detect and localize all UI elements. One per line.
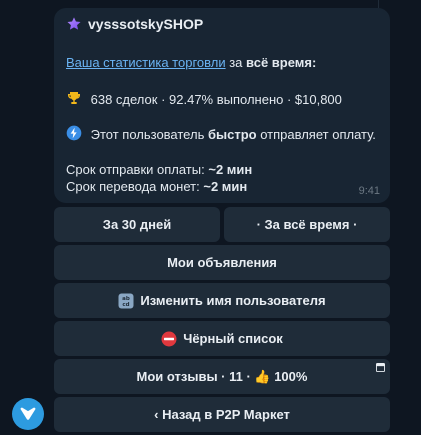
transfer-time-value: ~2 мин	[203, 179, 248, 194]
transfer-time-label: Срок перевода монет:	[66, 179, 200, 194]
sender-name[interactable]: vysssotskySHOP	[88, 16, 203, 32]
web-app-icon	[376, 363, 385, 372]
stats-period: всё время:	[246, 55, 317, 70]
period-30-days-label: За 30 дней	[102, 217, 172, 232]
abcd-icon: ab cd	[118, 293, 134, 309]
back-to-p2p-button[interactable]: ‹ Назад в P2P Маркет	[54, 397, 390, 432]
period-all-time-button[interactable]: · За всё время ·	[224, 207, 390, 242]
period-all-time-label: · За всё время ·	[256, 217, 358, 232]
transfer-time-line: Срок перевода монет: ~2 мин	[66, 179, 247, 194]
my-ads-button[interactable]: Мои объявления	[54, 245, 390, 280]
stats-header: Ваша статистика торговли за всё время:	[66, 55, 316, 70]
fast-bold: быстро	[207, 127, 257, 142]
period-30-days-button[interactable]: За 30 дней	[54, 207, 220, 242]
pay-time-label: Срок отправки оплаты:	[66, 162, 205, 177]
star-icon	[67, 17, 81, 30]
pay-time-line: Срок отправки оплаты: ~2 мин	[66, 162, 252, 177]
wallet-logo-icon	[20, 407, 36, 420]
fast-payer-line: Этот пользователь быстро отправляет опла…	[66, 125, 376, 142]
bot-avatar[interactable]	[12, 398, 44, 430]
change-username-label: Изменить имя пользователя	[140, 293, 326, 308]
deals-text: 638 сделок · 92.47% выполнено · $10,800	[90, 92, 342, 107]
my-ads-label: Мои объявления	[167, 255, 277, 270]
pay-time-value: ~2 мин	[208, 162, 253, 177]
stats-link[interactable]: Ваша статистика торговли	[66, 55, 226, 70]
back-to-p2p-label: ‹ Назад в P2P Маркет	[154, 407, 290, 422]
deals-line: 638 сделок · 92.47% выполнено · $10,800	[66, 90, 342, 107]
blacklist-label: Чёрный список	[183, 331, 283, 346]
sender-row: vysssotskySHOP	[66, 16, 203, 32]
lightning-icon	[66, 125, 82, 141]
message-bubble: vysssotskySHOP Ваша статистика торговли …	[54, 8, 390, 203]
change-username-button[interactable]: ab cd Изменить имя пользователя	[54, 283, 390, 318]
message-time: 9:41	[358, 185, 380, 197]
my-reviews-label: Мои отзывы · 11 · 👍 100%	[136, 368, 308, 384]
trophy-icon	[68, 92, 80, 104]
svg-text:cd: cd	[123, 302, 130, 308]
blacklist-button[interactable]: Чёрный список	[54, 321, 390, 356]
fast-suffix: отправляет оплату.	[260, 127, 376, 142]
fast-prefix: Этот пользователь	[90, 127, 205, 142]
stats-for: за	[229, 55, 243, 70]
my-reviews-button[interactable]: Мои отзывы · 11 · 👍 100%	[54, 359, 390, 394]
no-entry-icon	[161, 331, 177, 347]
